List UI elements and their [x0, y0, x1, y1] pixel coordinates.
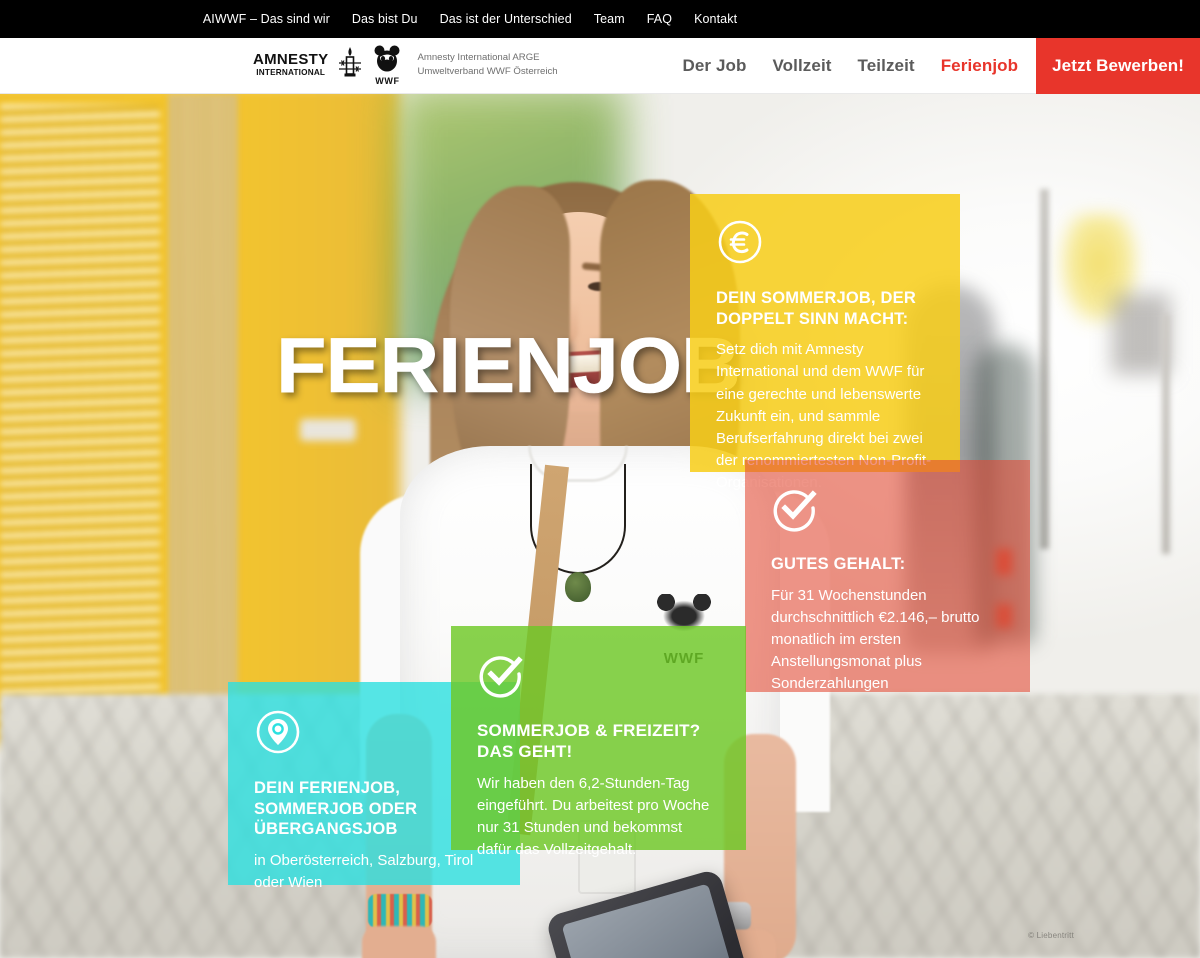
- check-circle-icon: [771, 484, 819, 532]
- benefit-card-sommerjob-sinn: DEIN SOMMERJOB, DER DOPPELT SINN MACHT: …: [690, 194, 960, 491]
- benefit-card-body: Wir haben den 6,2-Stunden-Tag eingeführt…: [477, 774, 710, 859]
- euro-coin-icon: [716, 218, 764, 266]
- nav-item-vollzeit[interactable]: Vollzeit: [759, 38, 844, 94]
- benefit-card-title: DEIN SOMMERJOB, DER DOPPELT SINN MACHT:: [716, 289, 916, 328]
- site-header: AMNESTY INTERNATIONAL WWF Amnesty Intern…: [0, 38, 1200, 94]
- benefit-card-body: Für 31 Wochenstunden durchschnittlich €2…: [771, 586, 980, 693]
- utility-nav-item-kontakt[interactable]: Kontakt: [694, 12, 737, 26]
- wwf-logo: WWF: [372, 44, 402, 86]
- amnesty-wordmark: AMNESTY INTERNATIONAL: [253, 52, 328, 77]
- hero-headline: FERIENJOB: [276, 321, 741, 409]
- utility-navbar: AIWWF – Das sind wir Das bist Du Das ist…: [0, 0, 1200, 38]
- utility-nav-item-faq[interactable]: FAQ: [647, 12, 672, 26]
- photo-credit: © Liebentritt: [1028, 931, 1074, 940]
- utility-nav-list: AIWWF – Das sind wir Das bist Du Das ist…: [203, 12, 997, 26]
- utility-nav-item-unterschied[interactable]: Das ist der Unterschied: [440, 12, 572, 26]
- wwf-wordmark: WWF: [375, 75, 400, 86]
- utility-nav-item-team[interactable]: Team: [594, 12, 625, 26]
- nav-item-ferienjob[interactable]: Ferienjob: [928, 38, 1031, 94]
- benefit-card-gutes-gehalt: GUTES GEHALT: Für 31 Wochenstunden durch…: [745, 460, 1030, 692]
- organisation-name-line1: Amnesty International ARGE: [417, 51, 540, 63]
- benefit-card-title: SOMMERJOB & FREIZEIT? DAS GEHT!: [477, 721, 701, 762]
- check-circle-icon: [477, 650, 525, 698]
- benefit-card-title: GUTES GEHALT:: [771, 555, 906, 573]
- amnesty-candle-icon: [337, 43, 363, 86]
- organisation-name: Amnesty International ARGE Umweltverband…: [417, 51, 557, 78]
- location-pin-icon: [254, 708, 302, 756]
- nav-item-teilzeit[interactable]: Teilzeit: [845, 38, 928, 94]
- main-nav: Der Job Vollzeit Teilzeit Ferienjob Jetz…: [669, 38, 1200, 94]
- organisation-name-line2: Umweltverband WWF Österreich: [417, 65, 558, 77]
- nav-item-der-job[interactable]: Der Job: [669, 38, 759, 94]
- nav-item-jetzt-bewerben[interactable]: Jetzt Bewerben!: [1036, 38, 1200, 94]
- hero-section: WWF FERIENJOB DEIN SOMMERJOB, DER DOPPE: [0, 94, 1200, 958]
- benefit-card-sommerjob-freizeit: SOMMERJOB & FREIZEIT? DAS GEHT! Wir habe…: [451, 626, 746, 858]
- brand-logo-group[interactable]: AMNESTY INTERNATIONAL WWF Amnesty Intern…: [253, 43, 558, 86]
- utility-nav-item-das-bist-du[interactable]: Das bist Du: [352, 12, 418, 26]
- utility-nav-item-aiwwf[interactable]: AIWWF – Das sind wir: [203, 12, 330, 26]
- amnesty-wordmark-line2: INTERNATIONAL: [256, 67, 326, 77]
- amnesty-wordmark-line1: AMNESTY: [253, 51, 329, 69]
- wwf-panda-icon: [372, 44, 402, 76]
